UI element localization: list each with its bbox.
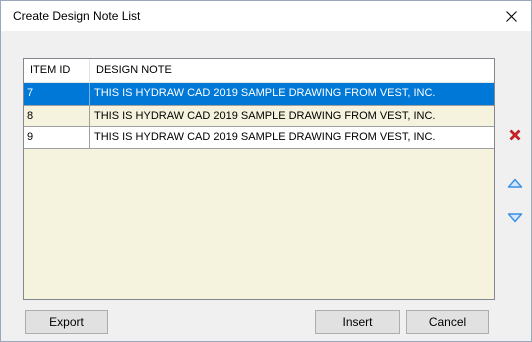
move-down-icon — [507, 213, 523, 223]
close-icon — [505, 10, 517, 22]
delete-x-icon — [509, 129, 521, 141]
column-header-design-note[interactable]: DESIGN NOTE — [90, 59, 494, 82]
move-up-button[interactable] — [504, 172, 526, 194]
item-id-cell: 8 — [24, 106, 90, 128]
design-note-cell: THIS IS HYDRAW CAD 2019 SAMPLE DRAWING F… — [94, 87, 436, 99]
list-header: ITEM ID DESIGN NOTE — [24, 59, 494, 83]
close-button[interactable] — [491, 1, 531, 31]
column-header-item-id[interactable]: ITEM ID — [24, 59, 90, 82]
move-down-button[interactable] — [504, 207, 526, 229]
item-id-cell: 9 — [24, 127, 90, 149]
list-row[interactable]: 9 THIS IS HYDRAW CAD 2019 SAMPLE DRAWING… — [24, 127, 494, 149]
list-row[interactable]: 8 THIS IS HYDRAW CAD 2019 SAMPLE DRAWING… — [24, 105, 494, 128]
create-design-note-dialog: Create Design Note List ITEM ID DESIGN N… — [0, 0, 532, 342]
list-row[interactable]: 7 THIS IS HYDRAW CAD 2019 SAMPLE DRAWING… — [24, 83, 494, 105]
window-title: Create Design Note List — [13, 9, 141, 23]
title-bar: Create Design Note List — [1, 1, 531, 31]
export-button[interactable]: Export — [25, 310, 108, 334]
delete-button[interactable] — [504, 124, 526, 146]
design-note-cell: THIS IS HYDRAW CAD 2019 SAMPLE DRAWING F… — [94, 110, 436, 122]
cancel-button[interactable]: Cancel — [406, 310, 489, 334]
design-note-cell: THIS IS HYDRAW CAD 2019 SAMPLE DRAWING F… — [94, 131, 436, 143]
item-id-cell: 7 — [24, 83, 90, 105]
insert-button[interactable]: Insert — [315, 310, 400, 334]
move-up-icon — [507, 178, 523, 188]
design-note-list[interactable]: ITEM ID DESIGN NOTE 7 THIS IS HYDRAW CAD… — [23, 58, 495, 300]
